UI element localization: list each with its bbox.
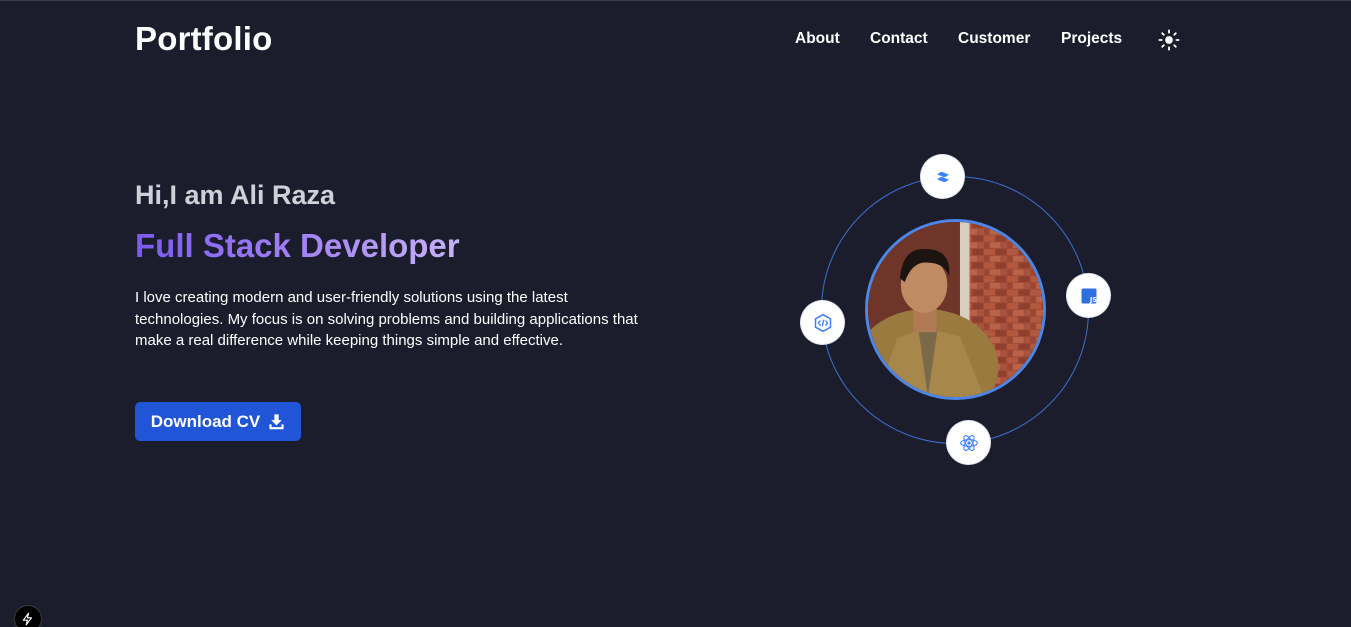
nav-about[interactable]: About [795,30,840,48]
main-nav: About Contact Customer Projects [0,30,1351,50]
hero-role: Full Stack Developer [135,227,460,264]
tailwind-badge [921,155,964,198]
sun-icon [1158,29,1180,51]
code-editor-badge [801,301,844,344]
hero-bio: I love creating modern and user-friendly… [135,289,638,349]
tailwind-icon [936,171,949,182]
profile-photo [865,219,1046,400]
react-badge [947,421,990,464]
nav-projects[interactable]: Projects [1061,30,1122,48]
lightning-icon [22,612,33,626]
nav-contact[interactable]: Contact [870,30,928,48]
nav-customer[interactable]: Customer [958,30,1030,48]
javascript-badge: JS [1067,274,1110,317]
download-icon [269,414,284,430]
download-cv-label: Download CV [150,411,261,431]
top-border [0,0,1351,1]
hero-greeting: Hi,I am Ali Raza [135,180,336,210]
react-icon [959,434,978,451]
dev-indicator-button[interactable] [14,605,42,627]
theme-toggle-button[interactable] [1158,29,1180,51]
download-cv-button[interactable]: Download CV [135,402,301,441]
javascript-icon: JS [1081,288,1097,303]
code-editor-icon [814,313,831,332]
svg-text:JS: JS [1088,295,1096,303]
